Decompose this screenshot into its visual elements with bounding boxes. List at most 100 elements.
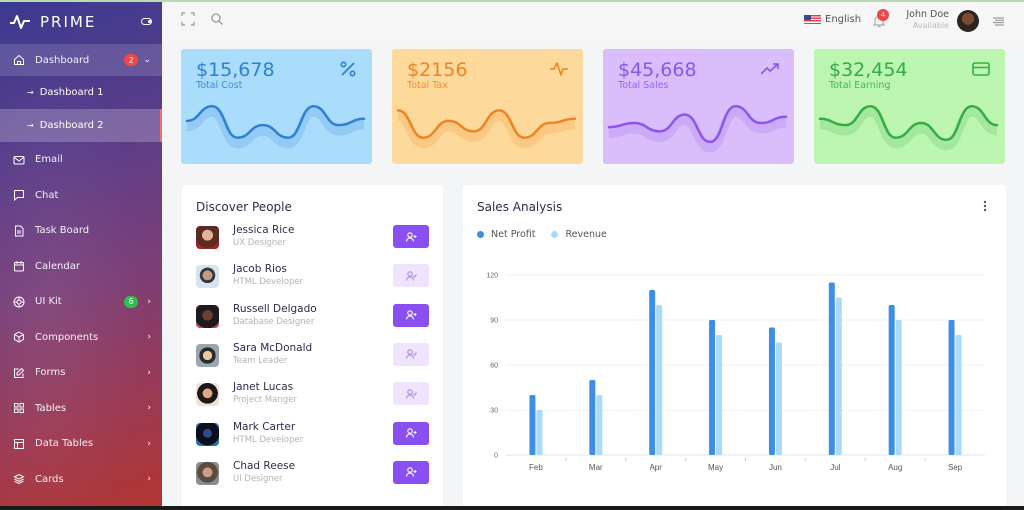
- top-border: [0, 0, 1024, 2]
- stat-value: $45,668: [618, 59, 697, 81]
- sparkline: [818, 104, 999, 151]
- bar-revenue[interactable]: [775, 342, 782, 456]
- sidebar-item-label: Cards: [35, 473, 64, 485]
- sidebar-item-ui-kit[interactable]: UI Kit 6 ›: [0, 284, 162, 320]
- sidebar-item-forms[interactable]: Forms ›: [0, 355, 162, 391]
- bar-revenue[interactable]: [716, 335, 723, 455]
- stat-label: Total Sales: [618, 80, 669, 91]
- person-avatar[interactable]: [196, 422, 219, 446]
- ui-kit-badge: 6: [124, 295, 138, 308]
- user-avatar[interactable]: [957, 10, 979, 32]
- person-avatar[interactable]: [196, 383, 219, 407]
- person-avatar[interactable]: [196, 304, 219, 328]
- bar-net-profit[interactable]: [589, 380, 596, 455]
- sidebar-item-components[interactable]: Components ›: [0, 320, 162, 356]
- language-selector[interactable]: English: [804, 14, 861, 25]
- person-name[interactable]: Mark Carter: [233, 421, 295, 433]
- fullscreen-icon[interactable]: [181, 12, 195, 26]
- bar-revenue[interactable]: [596, 395, 603, 455]
- user-check-icon: [405, 388, 417, 399]
- bar-net-profit[interactable]: [828, 282, 835, 456]
- sidebar-item-email[interactable]: Email: [0, 142, 162, 178]
- menu-icon[interactable]: [993, 17, 1004, 26]
- chevron-right-icon: ›: [147, 438, 151, 449]
- trending-up-icon: [761, 63, 779, 75]
- file-icon: [13, 225, 25, 237]
- bar-net-profit[interactable]: [529, 395, 536, 455]
- chevron-right-icon: ›: [147, 367, 151, 378]
- sparkline: [396, 109, 577, 149]
- sidebar: PRIME Dashboard 2 ⌄ → Dashboard 1 → Dash…: [0, 0, 162, 510]
- person-avatar[interactable]: [196, 343, 219, 367]
- x-tick-label: Jun: [769, 463, 782, 472]
- person-role: HTML Developer: [233, 434, 304, 445]
- person-name[interactable]: Jessica Rice: [233, 224, 294, 236]
- bar-revenue[interactable]: [536, 410, 543, 455]
- edit-icon: [13, 367, 25, 379]
- card-title: Discover People: [196, 200, 292, 214]
- sidebar-item-dashboard[interactable]: Dashboard 2 ⌄: [0, 44, 162, 76]
- add-friend-button[interactable]: [393, 421, 429, 445]
- person-name[interactable]: Russell Delgado: [233, 303, 317, 315]
- person-name[interactable]: Jacob Rios: [233, 263, 287, 275]
- add-friend-button[interactable]: [393, 225, 429, 248]
- us-flag-icon: [804, 15, 821, 24]
- friend-added-button[interactable]: [393, 382, 429, 406]
- user-info[interactable]: John Doe Available: [897, 9, 949, 30]
- bar-revenue[interactable]: [895, 320, 902, 455]
- user-check-icon: [405, 349, 417, 359]
- person-name[interactable]: Chad Reese: [233, 460, 295, 472]
- sidebar-subitem-dashboard-2[interactable]: → Dashboard 2: [0, 109, 162, 142]
- stat-card-total-cost: $15,678 Total Cost: [181, 49, 372, 164]
- sidebar-item-data-tables[interactable]: Data Tables ›: [0, 426, 162, 462]
- person-role: Team Leader: [233, 355, 288, 366]
- person-avatar[interactable]: [196, 226, 219, 249]
- friend-added-button[interactable]: [393, 264, 429, 288]
- stat-card-total-tax: $2156 Total Tax: [392, 49, 583, 164]
- stat-label: Total Tax: [407, 80, 448, 91]
- person-avatar[interactable]: [196, 461, 219, 485]
- sidebar-item-cards[interactable]: Cards ›: [0, 462, 162, 498]
- sidebar-item-task-board[interactable]: Task Board: [0, 213, 162, 249]
- person-role: UX Designer: [233, 238, 286, 248]
- sidebar-item-calendar[interactable]: Calendar: [0, 249, 162, 285]
- person-role: Project Manger: [233, 395, 297, 406]
- person-avatar[interactable]: [196, 265, 219, 289]
- person-name[interactable]: Janet Lucas: [233, 381, 293, 393]
- add-friend-button[interactable]: [393, 303, 429, 327]
- person-role: HTML Developer: [233, 277, 304, 288]
- more-options-icon[interactable]: [983, 200, 987, 212]
- chevron-right-icon: ›: [147, 332, 151, 343]
- chart-legend: Net Profit Revenue: [477, 229, 623, 240]
- bar-net-profit[interactable]: [948, 320, 955, 455]
- x-tick-label: Mar: [589, 463, 603, 472]
- bar-revenue[interactable]: [955, 335, 962, 455]
- legend-item-net-profit[interactable]: Net Profit: [477, 229, 535, 240]
- person-name[interactable]: Sara McDonald: [233, 342, 312, 354]
- bar-net-profit[interactable]: [768, 327, 775, 456]
- legend-label: Revenue: [565, 229, 607, 240]
- arrow-right-icon: →: [27, 121, 34, 130]
- bar-net-profit[interactable]: [888, 305, 895, 455]
- add-friend-button[interactable]: [393, 460, 429, 484]
- user-status: Available: [912, 21, 949, 30]
- stat-card-total-sales: $45,668 Total Sales: [603, 49, 794, 164]
- bar-net-profit[interactable]: [709, 320, 716, 455]
- sidebar-subitem-dashboard-1[interactable]: → Dashboard 1: [0, 76, 162, 109]
- mail-icon: [13, 154, 25, 166]
- discover-people-card: Discover People Jessica Rice UX Designer J…: [182, 185, 443, 510]
- sidebar-item-chat[interactable]: Chat: [0, 178, 162, 214]
- bar-net-profit[interactable]: [649, 290, 656, 455]
- dashboard-badge: 2: [124, 54, 138, 66]
- sidebar-item-tables[interactable]: Tables ›: [0, 391, 162, 427]
- bar-revenue[interactable]: [656, 305, 663, 455]
- sidebar-toggle-icon[interactable]: [141, 18, 152, 25]
- legend-item-revenue[interactable]: Revenue: [551, 229, 607, 240]
- y-tick-label: 0: [494, 453, 498, 460]
- friend-added-button[interactable]: [393, 342, 429, 366]
- user-name: John Doe: [906, 9, 949, 20]
- bar-revenue[interactable]: [835, 297, 842, 456]
- chevron-down-icon: ⌄: [143, 55, 151, 65]
- person-item: Jacob Rios HTML Developer: [196, 262, 431, 292]
- search-icon[interactable]: [210, 12, 224, 26]
